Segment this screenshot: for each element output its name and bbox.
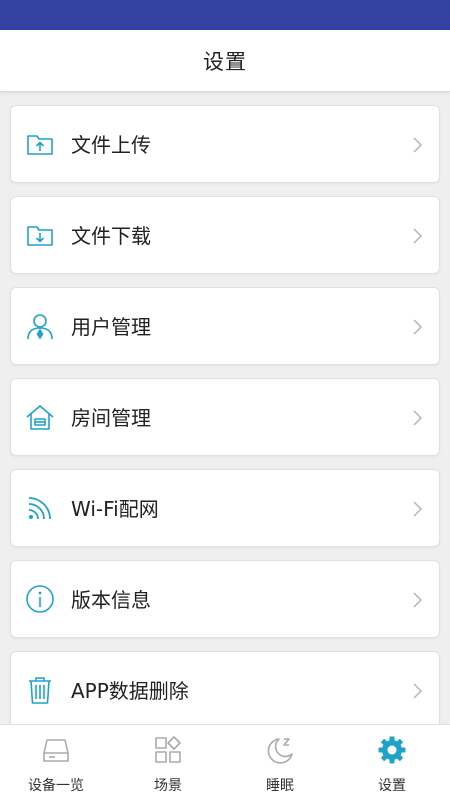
settings-item-label: 房间管理 (71, 406, 151, 430)
settings-item-wifi-setup[interactable]: Wi-Fi配网 (10, 469, 440, 547)
settings-item-file-upload[interactable]: 文件上传 (10, 105, 440, 183)
status-bar (0, 0, 450, 30)
tab-label: 场景 (154, 778, 182, 794)
tab-scene[interactable]: 场景 (112, 725, 224, 800)
chevron-right-icon (409, 226, 425, 246)
settings-item-label: Wi-Fi配网 (71, 497, 159, 521)
user-manage-icon (25, 311, 55, 341)
wifi-icon (25, 493, 55, 523)
page-title: 设置 (203, 49, 247, 74)
bottom-tab-bar: 设备一览 场景 睡眠 设置 (0, 724, 450, 800)
settings-item-label: 文件下载 (71, 224, 151, 248)
tab-label: 设置 (378, 778, 406, 794)
settings-item-user-management[interactable]: 用户管理 (10, 287, 440, 365)
settings-item-app-data-delete[interactable]: APP数据删除 (10, 651, 440, 724)
info-icon (25, 584, 55, 614)
tab-sleep[interactable]: 睡眠 (224, 725, 336, 800)
settings-item-version-info[interactable]: 版本信息 (10, 560, 440, 638)
scene-grid-icon (153, 735, 183, 765)
settings-item-label: 文件上传 (71, 133, 151, 157)
chevron-right-icon (409, 135, 425, 155)
settings-item-label: 用户管理 (71, 315, 151, 339)
settings-item-label: 版本信息 (71, 588, 151, 612)
gear-icon (377, 735, 407, 765)
tab-label: 睡眠 (266, 778, 294, 794)
tab-device-overview[interactable]: 设备一览 (0, 725, 112, 800)
house-icon (25, 402, 55, 432)
chevron-right-icon (409, 408, 425, 428)
trash-icon (25, 675, 55, 705)
settings-list: 文件上传 文件下载 用户管理 房间管理 Wi-Fi配网 版本信息 APP数据删除 (0, 92, 450, 724)
tab-label: 设备一览 (28, 778, 84, 794)
chevron-right-icon (409, 499, 425, 519)
folder-upload-icon (25, 129, 55, 159)
moon-icon (265, 735, 295, 765)
page-header: 设置 (0, 30, 450, 92)
settings-item-label: APP数据删除 (71, 679, 189, 703)
chevron-right-icon (409, 681, 425, 701)
settings-item-room-management[interactable]: 房间管理 (10, 378, 440, 456)
chevron-right-icon (409, 590, 425, 610)
tab-settings[interactable]: 设置 (336, 725, 448, 800)
settings-item-file-download[interactable]: 文件下载 (10, 196, 440, 274)
device-icon (41, 735, 71, 765)
chevron-right-icon (409, 317, 425, 337)
folder-download-icon (25, 220, 55, 250)
